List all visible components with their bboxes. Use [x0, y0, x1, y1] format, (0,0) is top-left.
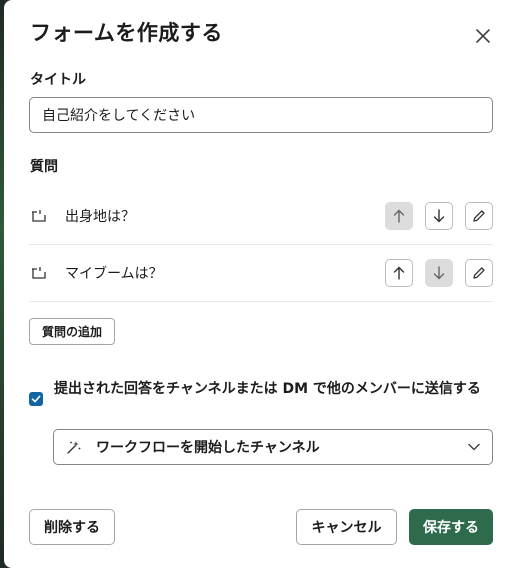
- edit-question-button[interactable]: [465, 202, 493, 230]
- close-icon: [476, 29, 490, 43]
- question-label: マイブームは？: [65, 266, 163, 282]
- workflow-icon: [66, 438, 84, 456]
- question-type-icon: [31, 207, 49, 225]
- arrow-up-icon: [393, 266, 405, 280]
- pencil-icon: [473, 267, 485, 279]
- arrow-down-icon: [433, 209, 445, 223]
- question-label: 出身地は？: [65, 209, 135, 225]
- add-question-button[interactable]: 質問の追加: [29, 318, 116, 345]
- save-button[interactable]: 保存する: [409, 509, 493, 545]
- arrow-down-icon: [433, 266, 445, 280]
- delete-button[interactable]: 削除する: [29, 509, 115, 545]
- question-type-icon: [31, 264, 49, 282]
- channel-select-value: ワークフローを開始したチャンネル: [96, 440, 320, 456]
- question-row: 出身地は？: [29, 188, 493, 245]
- chevron-down-icon: [468, 443, 480, 451]
- edit-question-button[interactable]: [465, 259, 493, 287]
- title-section-label: タイトル: [30, 72, 86, 88]
- create-form-dialog: フォームを作成する タイトル 質問 出身地は？: [4, 0, 520, 568]
- close-button[interactable]: [470, 23, 496, 49]
- move-down-button[interactable]: [425, 259, 453, 287]
- send-to-channel-checkbox[interactable]: [29, 392, 43, 406]
- dialog-title: フォームを作成する: [30, 21, 223, 45]
- cancel-button[interactable]: キャンセル: [296, 509, 397, 545]
- question-row: マイブームは？: [29, 245, 493, 302]
- checkmark-icon: [31, 395, 41, 403]
- arrow-up-icon: [393, 209, 405, 223]
- title-input[interactable]: [29, 97, 493, 133]
- questions-section-label: 質問: [30, 159, 58, 175]
- send-to-channel-label: 提出された回答をチャンネルまたは DM で他のメンバーに送信する: [54, 381, 481, 397]
- move-up-button[interactable]: [385, 202, 413, 230]
- pencil-icon: [473, 210, 485, 222]
- channel-select[interactable]: ワークフローを開始したチャンネル: [53, 429, 493, 465]
- move-up-button[interactable]: [385, 259, 413, 287]
- move-down-button[interactable]: [425, 202, 453, 230]
